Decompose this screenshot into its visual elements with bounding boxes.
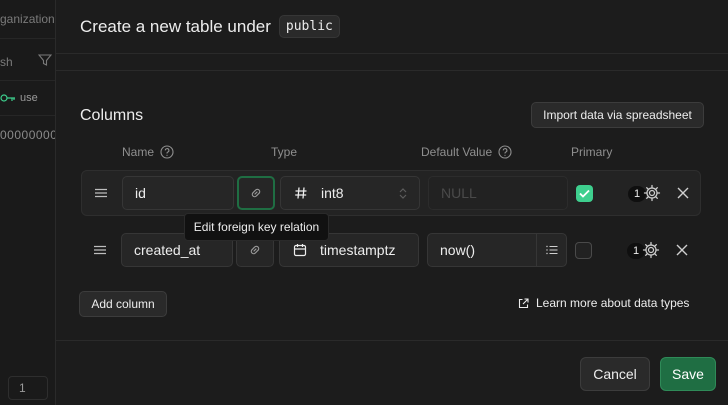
- suggestions-button[interactable]: [536, 234, 566, 266]
- bg-divider: [0, 38, 55, 39]
- schema-badge: public: [278, 15, 340, 38]
- cancel-button[interactable]: Cancel: [580, 357, 650, 391]
- import-spreadsheet-button[interactable]: Import data via spreadsheet: [531, 102, 704, 128]
- panel-title: Create a new table under: [80, 16, 271, 36]
- column-type-label: int8: [321, 185, 344, 201]
- default-value-header: Default Value: [421, 145, 512, 159]
- primary-header-label: Primary: [571, 145, 613, 159]
- column-row: created_at timestamptz now() 1: [81, 228, 701, 274]
- type-header: Type: [271, 145, 297, 159]
- column-type-label: timestamptz: [320, 242, 396, 258]
- hash-icon: [295, 187, 307, 199]
- filter-icon: [38, 54, 52, 66]
- close-icon[interactable]: [675, 243, 689, 257]
- column-name-input[interactable]: id: [122, 176, 234, 210]
- learn-more-label: Learn more about data types: [536, 296, 690, 310]
- chevron-updown-icon: [399, 188, 407, 199]
- foreign-key-tooltip: Edit foreign key relation: [184, 213, 329, 241]
- checkmark-icon: [579, 189, 590, 198]
- panel-header: Create a new table under public: [56, 0, 728, 54]
- drag-handle-icon[interactable]: [93, 243, 107, 257]
- list-icon: [545, 245, 557, 255]
- help-icon[interactable]: [160, 145, 174, 159]
- gear-icon[interactable]: [643, 184, 661, 202]
- default-value-input[interactable]: NULL: [428, 176, 568, 210]
- learn-more-link[interactable]: Learn more about data types: [518, 296, 689, 310]
- columns-title: Columns: [80, 107, 144, 124]
- default-value-text: now(): [440, 242, 476, 258]
- column-type-select[interactable]: int8: [280, 176, 420, 210]
- name-header-label: Name: [122, 145, 155, 159]
- calendar-icon: [293, 244, 307, 257]
- bg-refresh-text: sh: [0, 55, 13, 69]
- gear-icon[interactable]: [642, 241, 660, 259]
- drag-handle-icon[interactable]: [94, 186, 108, 200]
- create-table-panel: Create a new table under public Columns …: [56, 0, 728, 405]
- primary-checkbox[interactable]: [576, 185, 593, 202]
- link-icon: [250, 245, 260, 255]
- type-header-label: Type: [271, 145, 298, 159]
- panel-footer: Cancel Save: [56, 340, 728, 405]
- section-divider: [56, 70, 728, 71]
- primary-checkbox[interactable]: [575, 242, 592, 259]
- foreign-key-button[interactable]: [237, 176, 275, 210]
- key-icon: [0, 94, 15, 102]
- help-icon[interactable]: [498, 145, 512, 159]
- bg-id-text: 00000000: [0, 128, 56, 142]
- add-column-button[interactable]: Add column: [79, 291, 167, 317]
- background-app: ganization sh use 00000000 1: [0, 0, 56, 405]
- close-icon[interactable]: [676, 186, 690, 200]
- name-header: Name: [122, 145, 174, 159]
- bg-header-row: use: [0, 92, 38, 104]
- bg-user-text: use: [20, 92, 38, 104]
- bg-org-text: ganization: [0, 12, 55, 26]
- default-value-input[interactable]: now(): [427, 233, 567, 267]
- bg-divider: [0, 80, 55, 81]
- bg-divider: [0, 115, 55, 116]
- column-row: id int8 NULL 1: [81, 170, 701, 216]
- primary-header: Primary: [571, 145, 612, 159]
- link-icon: [251, 188, 261, 198]
- bg-page-input[interactable]: 1: [8, 376, 48, 400]
- default-value-header-label: Default Value: [421, 145, 493, 159]
- save-button[interactable]: Save: [660, 357, 716, 391]
- external-link-icon: [518, 297, 529, 308]
